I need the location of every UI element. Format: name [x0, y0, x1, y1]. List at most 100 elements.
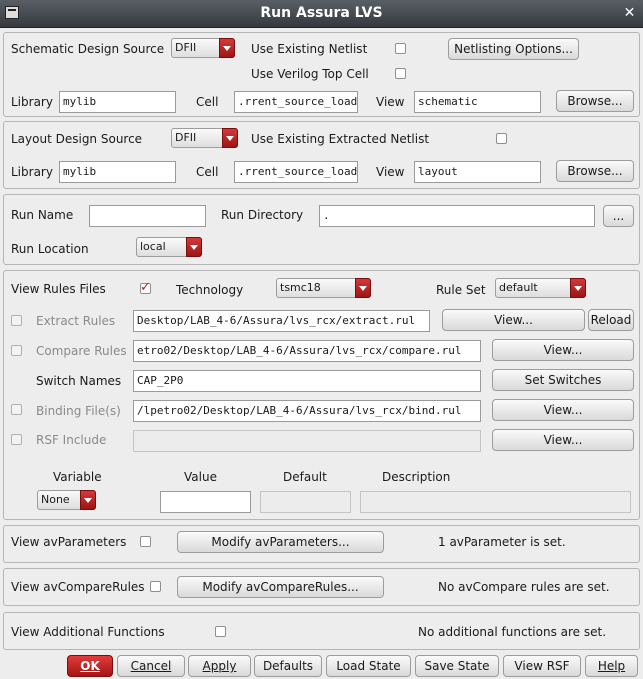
- description-header: Description: [382, 470, 451, 484]
- window-title: Run Assura LVS: [260, 5, 383, 21]
- layout-source-label: Layout Design Source: [11, 132, 143, 146]
- extract-rules-checkbox[interactable]: [11, 315, 22, 326]
- title-bar: Run Assura LVS ✕: [0, 0, 643, 28]
- view-additional-functions-checkbox[interactable]: [215, 626, 226, 637]
- switch-names-label: Switch Names: [36, 374, 122, 388]
- use-existing-netlist-checkbox[interactable]: [395, 43, 406, 54]
- use-existing-netlist-label: Use Existing Netlist: [251, 42, 368, 56]
- extract-rules-field[interactable]: Desktop/LAB_4-6/Assura/lvs_rcx/extract.r…: [133, 310, 430, 332]
- view-rules-files-label: View Rules Files: [11, 282, 106, 296]
- layout-cell-field[interactable]: .rrent_source_load: [234, 161, 358, 183]
- view-av-parameters-checkbox[interactable]: [140, 536, 151, 547]
- schematic-library-label: Library: [11, 95, 53, 109]
- extract-rules-view-button[interactable]: View...: [442, 309, 585, 331]
- value-header: Value: [184, 470, 217, 484]
- view-rsf-button[interactable]: View RSF: [503, 655, 581, 677]
- layout-source-select[interactable]: DFII: [171, 128, 238, 148]
- run-directory-browse-button[interactable]: ...: [603, 205, 634, 227]
- layout-view-field[interactable]: layout: [414, 161, 541, 183]
- view-rules-files-checkbox[interactable]: ✓: [140, 280, 151, 295]
- rsf-include-field[interactable]: [133, 430, 481, 452]
- ok-button-label: OK: [80, 659, 100, 673]
- binding-files-field[interactable]: /lpetro02/Desktop/LAB_4-6/Assura/lvs_rcx…: [133, 400, 481, 422]
- use-extracted-netlist-checkbox[interactable]: [496, 133, 507, 144]
- technology-value: tsmc18: [280, 281, 321, 294]
- variable-select[interactable]: None: [37, 490, 96, 510]
- run-directory-field[interactable]: .: [319, 205, 595, 227]
- layout-library-field[interactable]: mylib: [59, 161, 176, 183]
- technology-select[interactable]: tsmc18: [276, 278, 371, 298]
- binding-files-label: Binding File(s): [36, 404, 121, 418]
- chevron-down-icon: [80, 490, 96, 510]
- compare-rules-checkbox[interactable]: [11, 345, 22, 356]
- variable-default-field: [260, 491, 351, 513]
- rsf-include-checkbox[interactable]: [11, 434, 22, 445]
- check-icon: ✓: [140, 280, 151, 295]
- cancel-button-label: Cancel: [130, 659, 172, 673]
- use-verilog-top-cell-checkbox[interactable]: [395, 68, 406, 79]
- variable-description-field: [360, 491, 631, 513]
- chevron-down-icon: [355, 278, 371, 298]
- run-directory-label: Run Directory: [221, 208, 304, 222]
- layout-browse-button[interactable]: Browse...: [556, 160, 634, 182]
- run-location-select[interactable]: local: [136, 237, 202, 257]
- rule-set-select[interactable]: default: [495, 278, 586, 298]
- apply-button-label: Apply: [202, 659, 237, 673]
- chevron-down-icon: [186, 237, 202, 257]
- help-button[interactable]: Help: [585, 655, 638, 677]
- switch-names-field[interactable]: CAP_2P0: [133, 370, 481, 392]
- variable-header: Variable: [53, 470, 102, 484]
- save-state-button[interactable]: Save State: [415, 655, 499, 677]
- schematic-cell-field[interactable]: .rrent_source_load: [234, 91, 358, 113]
- rsf-include-label: RSF Include: [36, 433, 107, 447]
- apply-button[interactable]: Apply: [188, 655, 251, 677]
- run-location-value: local: [140, 240, 166, 253]
- schematic-view-label: View: [376, 95, 405, 109]
- variable-value-field[interactable]: [160, 491, 251, 513]
- run-name-field[interactable]: [89, 205, 206, 227]
- default-header: Default: [283, 470, 327, 484]
- reload-button[interactable]: Reload: [588, 309, 634, 331]
- variable-value: None: [41, 493, 70, 506]
- chevron-down-icon: [570, 278, 586, 298]
- chevron-down-icon: [219, 38, 235, 58]
- layout-cell-label: Cell: [196, 165, 219, 179]
- layout-source-value: DFII: [175, 131, 197, 144]
- rule-set-label: Rule Set: [436, 283, 486, 297]
- schematic-browse-button[interactable]: Browse...: [556, 90, 634, 112]
- binding-files-view-button[interactable]: View...: [492, 399, 634, 421]
- rule-set-value: default: [499, 281, 538, 294]
- av-parameters-status: 1 avParameter is set.: [438, 535, 566, 549]
- extract-rules-label: Extract Rules: [36, 314, 116, 328]
- rsf-include-view-button[interactable]: View...: [492, 429, 634, 451]
- schematic-cell-label: Cell: [196, 95, 219, 109]
- help-button-label: Help: [597, 659, 626, 673]
- schematic-source-value: DFII: [175, 41, 197, 54]
- technology-label: Technology: [176, 283, 244, 297]
- view-av-compare-rules-checkbox[interactable]: [150, 581, 161, 592]
- set-switches-button[interactable]: Set Switches: [492, 369, 634, 391]
- modify-av-compare-rules-button[interactable]: Modify avCompareRules...: [177, 576, 384, 598]
- view-av-compare-rules-label: View avCompareRules: [11, 580, 145, 594]
- layout-view-label: View: [376, 165, 405, 179]
- compare-rules-field[interactable]: etro02/Desktop/LAB_4-6/Assura/lvs_rcx/co…: [133, 340, 481, 362]
- ok-button[interactable]: OK: [67, 655, 113, 677]
- defaults-button[interactable]: Defaults: [254, 655, 322, 677]
- chevron-down-icon: [222, 128, 238, 148]
- compare-rules-view-button[interactable]: View...: [492, 339, 634, 361]
- load-state-button[interactable]: Load State: [326, 655, 411, 677]
- schematic-source-select[interactable]: DFII: [171, 38, 235, 58]
- additional-functions-status: No additional functions are set.: [418, 625, 607, 639]
- schematic-library-field[interactable]: mylib: [59, 91, 176, 113]
- compare-rules-label: Compare Rules: [36, 344, 127, 358]
- binding-files-checkbox[interactable]: [11, 404, 22, 415]
- use-verilog-top-cell-label: Use Verilog Top Cell: [251, 67, 369, 81]
- run-location-label: Run Location: [11, 242, 89, 256]
- modify-av-parameters-button[interactable]: Modify avParameters...: [177, 531, 384, 553]
- schematic-view-field[interactable]: schematic: [414, 91, 541, 113]
- run-name-label: Run Name: [11, 208, 74, 222]
- av-compare-rules-status: No avCompare rules are set.: [438, 580, 610, 594]
- close-icon[interactable]: ✕: [622, 6, 637, 21]
- netlisting-options-button[interactable]: Netlisting Options...: [448, 38, 579, 60]
- cancel-button[interactable]: Cancel: [117, 655, 185, 677]
